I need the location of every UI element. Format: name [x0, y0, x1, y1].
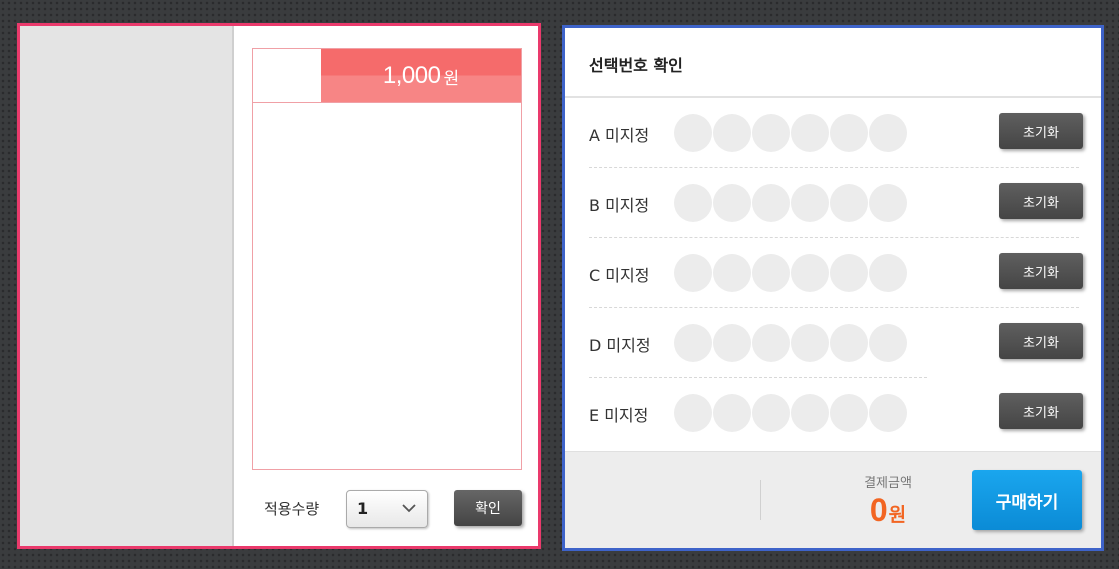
reset-button[interactable]: 초기화 — [999, 393, 1083, 429]
price-banner: 1,000 원 — [321, 49, 521, 102]
number-ball — [830, 184, 868, 222]
number-ball — [752, 184, 790, 222]
row-letter: B — [589, 196, 600, 215]
row-label: A 미지정 — [589, 122, 649, 146]
selection-row-a: A 미지정 초기화 — [589, 98, 1083, 168]
selection-panel: 선택번호 확인 A 미지정 초기화 B 미지정 초기화 C 미지정 초기화 D 미지정 초기화… — [562, 25, 1104, 551]
number-ball — [791, 394, 829, 432]
number-ball — [752, 254, 790, 292]
quantity-label: 적용수량 — [264, 500, 320, 518]
number-ball — [830, 114, 868, 152]
row-letter: A — [589, 126, 600, 145]
number-ball — [830, 324, 868, 362]
number-ball — [674, 254, 712, 292]
ticket-panel: 1,000 원 적용수량 1 확인 — [17, 23, 541, 549]
number-ball — [869, 114, 907, 152]
number-ball — [713, 324, 751, 362]
chevron-down-icon — [402, 504, 416, 513]
footer-divider — [760, 480, 761, 520]
payment-amount-value: 0 — [869, 492, 888, 528]
number-ball — [869, 184, 907, 222]
selection-row-d: D 미지정 초기화 — [589, 308, 1083, 378]
number-ball — [791, 184, 829, 222]
payment-footer: 결제금액 0원 구매하기 — [565, 451, 1101, 548]
row-letter: D — [589, 336, 602, 355]
row-label: C 미지정 — [589, 262, 649, 286]
number-ball — [713, 184, 751, 222]
row-label: E 미지정 — [589, 402, 648, 426]
reset-button[interactable]: 초기화 — [999, 323, 1083, 359]
number-ball — [752, 114, 790, 152]
payment-amount: 0원 — [833, 492, 943, 529]
selection-header: 선택번호 확인 — [565, 28, 1101, 98]
row-letter: C — [589, 266, 601, 285]
number-ball — [791, 254, 829, 292]
row-label: D 미지정 — [589, 332, 651, 356]
number-ball — [791, 324, 829, 362]
selection-row-b: B 미지정 초기화 — [589, 168, 1083, 238]
selection-row-e: E 미지정 초기화 — [589, 378, 1083, 448]
row-status: 미지정 — [605, 126, 650, 145]
reset-button[interactable]: 초기화 — [999, 183, 1083, 219]
number-ball — [869, 394, 907, 432]
number-ball — [791, 114, 829, 152]
number-ball — [713, 114, 751, 152]
number-ball — [674, 184, 712, 222]
buy-button[interactable]: 구매하기 — [972, 470, 1082, 530]
ticket-divider — [253, 102, 521, 103]
payment-label: 결제금액 — [864, 476, 912, 491]
selection-title: 선택번호 확인 — [589, 56, 683, 75]
selection-row-c: C 미지정 초기화 — [589, 238, 1083, 308]
number-ball — [869, 324, 907, 362]
row-status: 미지정 — [606, 336, 651, 355]
payment-amount-unit: 원 — [888, 504, 907, 526]
ticket-sheet: 1,000 원 — [252, 48, 522, 470]
ticket-preview-area — [20, 26, 234, 546]
row-status: 미지정 — [605, 266, 650, 285]
number-ball — [752, 394, 790, 432]
number-ball — [674, 394, 712, 432]
quantity-value: 1 — [357, 499, 369, 518]
number-ball — [869, 254, 907, 292]
confirm-button[interactable]: 확인 — [454, 490, 522, 526]
row-label: B 미지정 — [589, 192, 649, 216]
quantity-select[interactable]: 1 — [346, 490, 428, 528]
reset-button[interactable]: 초기화 — [999, 113, 1083, 149]
number-ball — [713, 254, 751, 292]
row-status: 미지정 — [605, 196, 650, 215]
row-status: 미지정 — [604, 406, 649, 425]
number-ball — [830, 394, 868, 432]
number-ball — [830, 254, 868, 292]
reset-button[interactable]: 초기화 — [999, 253, 1083, 289]
number-ball — [752, 324, 790, 362]
number-ball — [674, 114, 712, 152]
number-ball — [674, 324, 712, 362]
price-unit: 원 — [443, 69, 460, 89]
price-value: 1,000 — [382, 61, 441, 89]
number-ball — [713, 394, 751, 432]
row-letter: E — [589, 406, 600, 425]
